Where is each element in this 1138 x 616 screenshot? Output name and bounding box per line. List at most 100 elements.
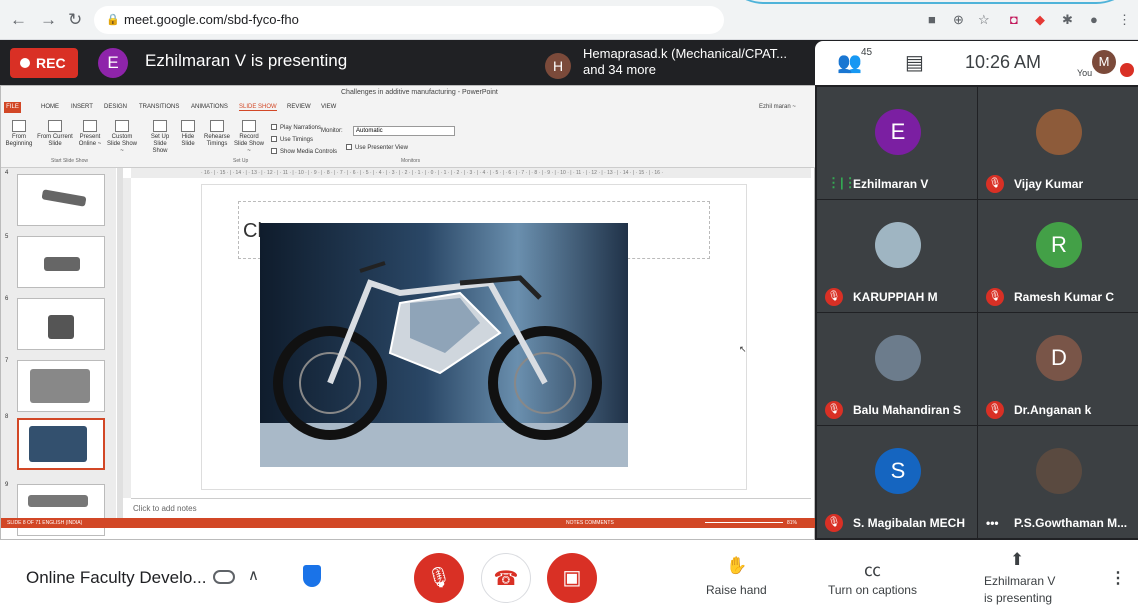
participant-tile[interactable]: 🎙 Vijay Kumar <box>978 87 1138 199</box>
monitor-label: Monitor: <box>321 128 343 134</box>
mic-off-icon: 🎙 <box>825 401 843 419</box>
tab-home[interactable]: HOME <box>41 104 59 110</box>
participant-photo <box>875 222 921 268</box>
tab-decoration <box>720 0 1138 4</box>
tab-review[interactable]: REVIEW <box>287 104 311 110</box>
record-slide-show-button[interactable]: Record Slide Show ~ <box>233 120 265 155</box>
custom-slide-show-button[interactable]: Custom Slide Show ~ <box>105 120 139 155</box>
more-options-icon[interactable]: ⋮ <box>1110 568 1126 588</box>
media-controls-checkbox[interactable]: Show Media Controls <box>271 148 337 155</box>
participant-name: Vijay Kumar <box>1014 177 1084 191</box>
tab-slide-show[interactable]: SLIDE SHOW <box>239 104 277 111</box>
slide-thumbnail-pane: 4 5 6 7 8 9 <box>1 168 116 536</box>
motorcycle-image[interactable] <box>260 223 628 467</box>
participant-tile[interactable]: S 🎙 S. Magibalan MECH <box>817 426 977 538</box>
participant-avatar: S <box>875 448 921 494</box>
notes-pane[interactable]: Click to add notes <box>131 498 811 518</box>
self-avatar[interactable]: M <box>1092 50 1116 74</box>
raise-hand-button[interactable]: Raise hand <box>706 583 767 597</box>
slide-thumbnail[interactable] <box>17 484 105 536</box>
from-current-button[interactable]: From Current Slide <box>37 120 73 148</box>
tab-view[interactable]: VIEW <box>321 104 336 110</box>
paperclip-icon[interactable] <box>213 570 235 584</box>
reload-icon[interactable]: ↻ <box>68 10 82 30</box>
participant-name: KARUPPIAH M <box>853 290 938 304</box>
present-icon[interactable]: ⬆ <box>1010 550 1024 570</box>
setup-slide-show-button[interactable]: Set Up Slide Show <box>145 120 175 155</box>
slide-status: SLIDE 8 OF 71 ENGLISH (INDIA) <box>7 520 83 526</box>
zoom-slider[interactable] <box>705 522 783 523</box>
participant-photo <box>875 335 921 381</box>
chevron-up-icon[interactable]: ∧ <box>248 566 259 584</box>
mic-off-button[interactable]: 🎙 <box>414 553 464 603</box>
participant-name: Dr.Anganan k <box>1014 403 1092 417</box>
slide-canvas[interactable]: Cl <box>201 184 747 490</box>
motorcycle-illustration <box>260 261 628 467</box>
captions-button[interactable]: Turn on captions <box>828 583 917 597</box>
presenter-view-checkbox[interactable]: Use Presenter View <box>346 144 408 151</box>
participant-avatar: R <box>1036 222 1082 268</box>
presenting-status[interactable]: is presenting <box>984 591 1052 605</box>
participant-more[interactable]: and 34 more <box>583 62 656 77</box>
participant-pin-name[interactable]: Hemaprasad.k (Mechanical/CPAT... <box>583 46 787 61</box>
participant-tile[interactable]: E ⋮|⋮ Ezhilmaran V <box>817 87 977 199</box>
participant-tile[interactable]: R 🎙 Ramesh Kumar C <box>978 200 1138 312</box>
slide-thumbnail[interactable] <box>17 298 105 350</box>
raise-hand-icon[interactable]: ✋ <box>726 556 747 576</box>
participant-tile[interactable]: ••• P.S.Gowthaman M... <box>978 426 1138 538</box>
camera-off-button[interactable]: ▣ <box>547 553 597 603</box>
browser-toolbar: ← → ↻ 🔒 meet.google.com/sbd-fyco-fho ■ ⊕… <box>0 0 1138 40</box>
address-bar[interactable]: 🔒 meet.google.com/sbd-fyco-fho <box>94 6 724 34</box>
slide-number: 9 <box>5 482 9 488</box>
tab-insert[interactable]: INSERT <box>71 104 93 110</box>
shield-icon[interactable] <box>303 565 321 587</box>
people-icon[interactable]: 👥 <box>837 50 862 75</box>
from-beginning-button[interactable]: From Beginning <box>5 120 33 148</box>
presenting-status[interactable]: Ezhilmaran V <box>984 574 1055 588</box>
rehearse-timings-button[interactable]: Rehearse Timings <box>203 120 231 148</box>
participant-tile[interactable]: 🎙 Balu Mahandiran S <box>817 313 977 425</box>
slide-thumbnail[interactable] <box>17 236 105 288</box>
pocket-icon[interactable]: ◘ <box>1010 12 1018 27</box>
slide-thumbnail-selected[interactable] <box>17 418 105 470</box>
leave-call-button[interactable]: ☎ <box>481 553 531 603</box>
slide-thumbnail[interactable] <box>17 174 105 226</box>
forward-icon[interactable]: → <box>40 10 57 30</box>
vertical-ruler <box>123 178 131 498</box>
participant-tile[interactable]: D 🎙 Dr.Anganan k <box>978 313 1138 425</box>
participant-name: Ezhilmaran V <box>853 177 929 191</box>
participant-name: S. Magibalan MECH <box>853 516 966 530</box>
extension-red-icon[interactable]: ◆ <box>1035 12 1045 28</box>
status-buttons[interactable]: NOTES COMMENTS <box>566 518 614 528</box>
user-name: Ezhil maran ~ <box>759 104 796 110</box>
use-timings-checkbox[interactable]: Use Timings <box>271 136 313 143</box>
you-label: You <box>1077 68 1093 78</box>
clock: 10:26 AM <box>965 52 1042 72</box>
hide-slide-button[interactable]: Hide Slide <box>177 120 199 148</box>
camera-icon[interactable]: ■ <box>928 12 936 27</box>
back-icon[interactable]: ← <box>10 10 27 30</box>
menu-icon[interactable]: ⋮ <box>1118 12 1131 28</box>
tab-design[interactable]: DESIGN <box>104 104 127 110</box>
presenter-text: Ezhilmaran V is presenting <box>145 51 348 70</box>
monitor-select[interactable]: Automatic <box>353 126 455 136</box>
meeting-title[interactable]: Online Faculty Develo... <box>26 568 206 588</box>
star-icon[interactable]: ☆ <box>978 12 990 28</box>
mic-off-icon: 🎙 <box>986 401 1004 419</box>
meet-top-controls: 👥 45 ▤ 10:26 AM You M <box>815 41 1138 85</box>
slide-number: 5 <box>5 234 9 240</box>
chat-icon[interactable]: ▤ <box>905 50 924 75</box>
play-narrations-checkbox[interactable]: Play Narrations <box>271 124 321 131</box>
participant-tile[interactable]: 🎙 KARUPPIAH M <box>817 200 977 312</box>
captions-icon[interactable]: ㏄ <box>864 556 881 581</box>
phone-hangup-icon: ☎ <box>493 568 519 590</box>
puzzle-icon[interactable]: ✱ <box>1062 12 1073 28</box>
tab-transitions[interactable]: TRANSITIONS <box>139 104 179 110</box>
slide-thumbnail[interactable] <box>17 360 105 412</box>
present-online-button[interactable]: Present Online ~ <box>77 120 103 148</box>
file-tab[interactable]: FILE <box>4 102 21 113</box>
mic-off-icon: 🎙 <box>426 567 452 589</box>
zoom-icon[interactable]: ⊕ <box>953 12 964 28</box>
profile-icon[interactable]: ● <box>1090 12 1098 27</box>
tab-animations[interactable]: ANIMATIONS <box>191 104 228 110</box>
